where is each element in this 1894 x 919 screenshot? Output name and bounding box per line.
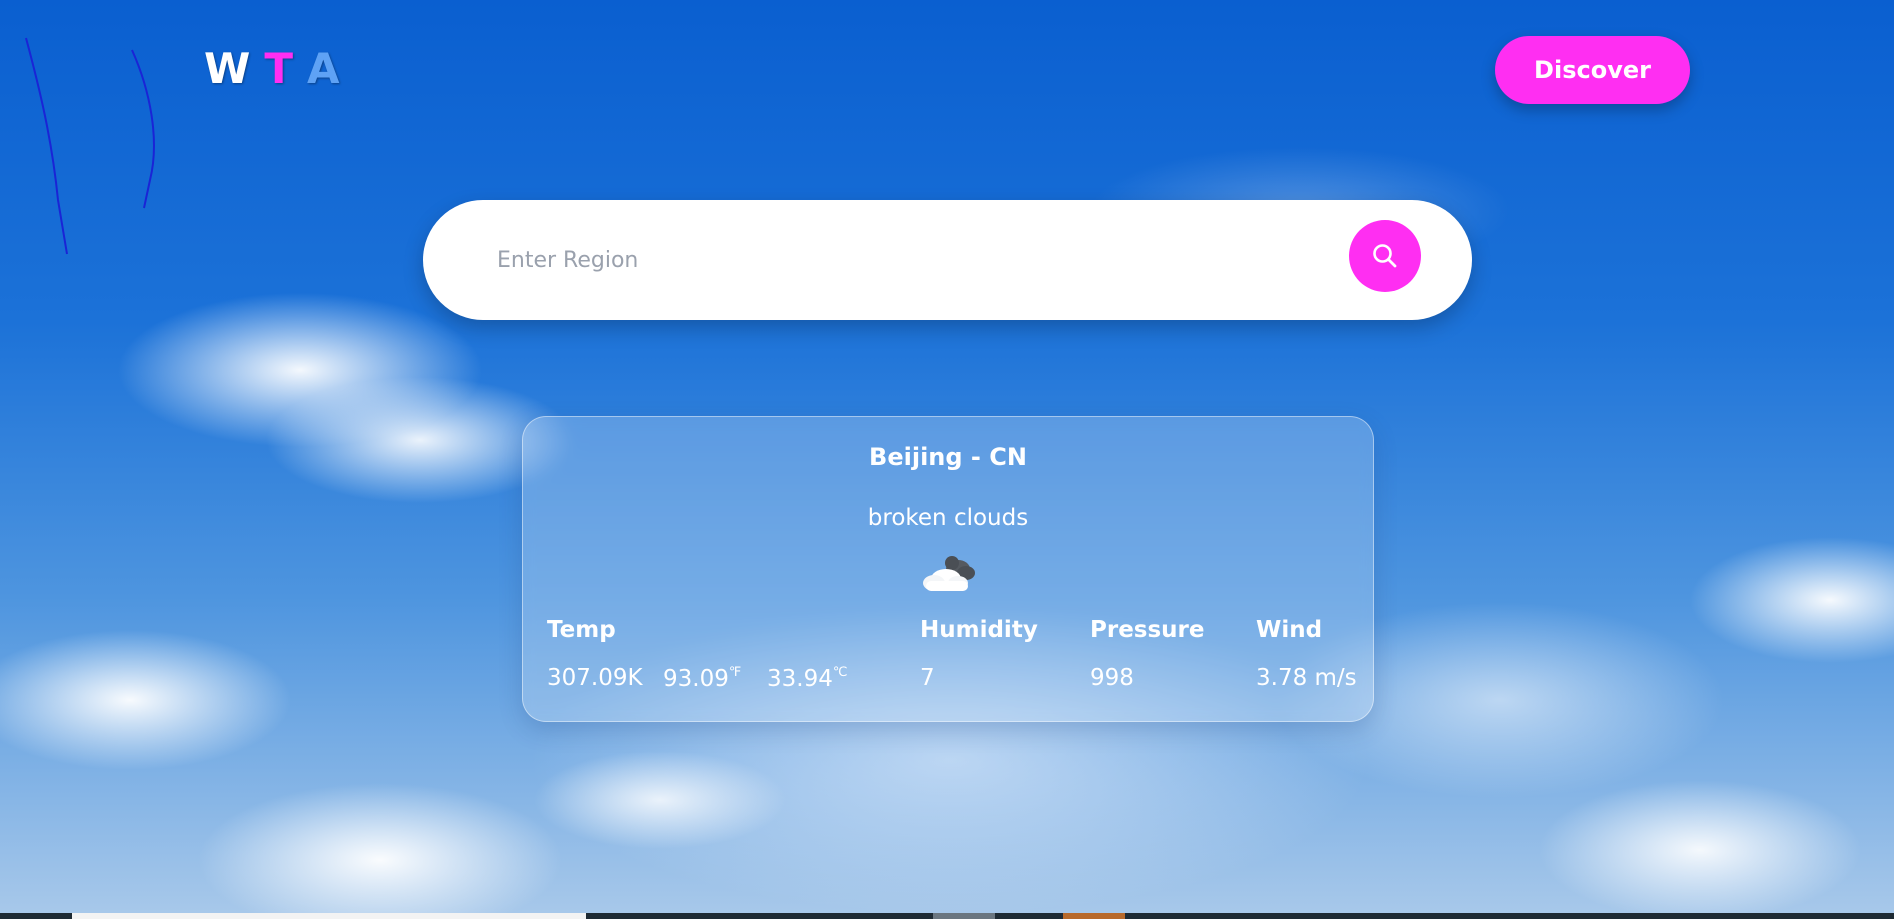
- pressure-value: 998: [1090, 665, 1134, 691]
- temp-label: Temp: [547, 617, 616, 643]
- logo-letter-a: A: [306, 44, 340, 93]
- broken-clouds-icon: [923, 556, 975, 591]
- search-bar: [423, 200, 1472, 320]
- search-button[interactable]: [1349, 220, 1421, 292]
- weather-description: broken clouds: [867, 505, 1029, 531]
- pressure-label: Pressure: [1090, 617, 1205, 643]
- taskbar-item-1[interactable]: [72, 913, 586, 919]
- humidity-label: Humidity: [920, 617, 1038, 643]
- temp-fahrenheit-value: 93.09: [663, 666, 729, 692]
- weather-card: Beijing - CN broken clouds Temp Humidity…: [522, 416, 1374, 722]
- temp-fahrenheit: 93.09℉: [663, 665, 741, 692]
- discover-button[interactable]: Discover: [1495, 36, 1690, 104]
- humidity-value: 7: [920, 665, 935, 691]
- fahrenheit-unit: ℉: [728, 665, 742, 680]
- wind-label: Wind: [1256, 617, 1323, 643]
- taskbar-item-3[interactable]: [1063, 913, 1125, 919]
- temp-kelvin-value: 307.09K: [547, 665, 643, 691]
- app-logo[interactable]: W T A: [204, 44, 340, 93]
- logo-letter-t: T: [264, 44, 293, 93]
- search-icon: [1373, 244, 1397, 268]
- wind-value: 3.78 m/s: [1256, 665, 1357, 691]
- taskbar-strip: [0, 913, 1894, 919]
- region-search-input[interactable]: [497, 236, 1317, 284]
- logo-letter-w: W: [204, 44, 251, 93]
- celsius-unit: ℃: [832, 665, 848, 680]
- temp-celsius: 33.94℃: [767, 665, 847, 692]
- location-title: Beijing - CN: [869, 443, 1027, 471]
- taskbar-item-2[interactable]: [933, 913, 995, 919]
- pen-scribble-marks: [25, 37, 155, 255]
- temp-celsius-value: 33.94: [767, 666, 833, 692]
